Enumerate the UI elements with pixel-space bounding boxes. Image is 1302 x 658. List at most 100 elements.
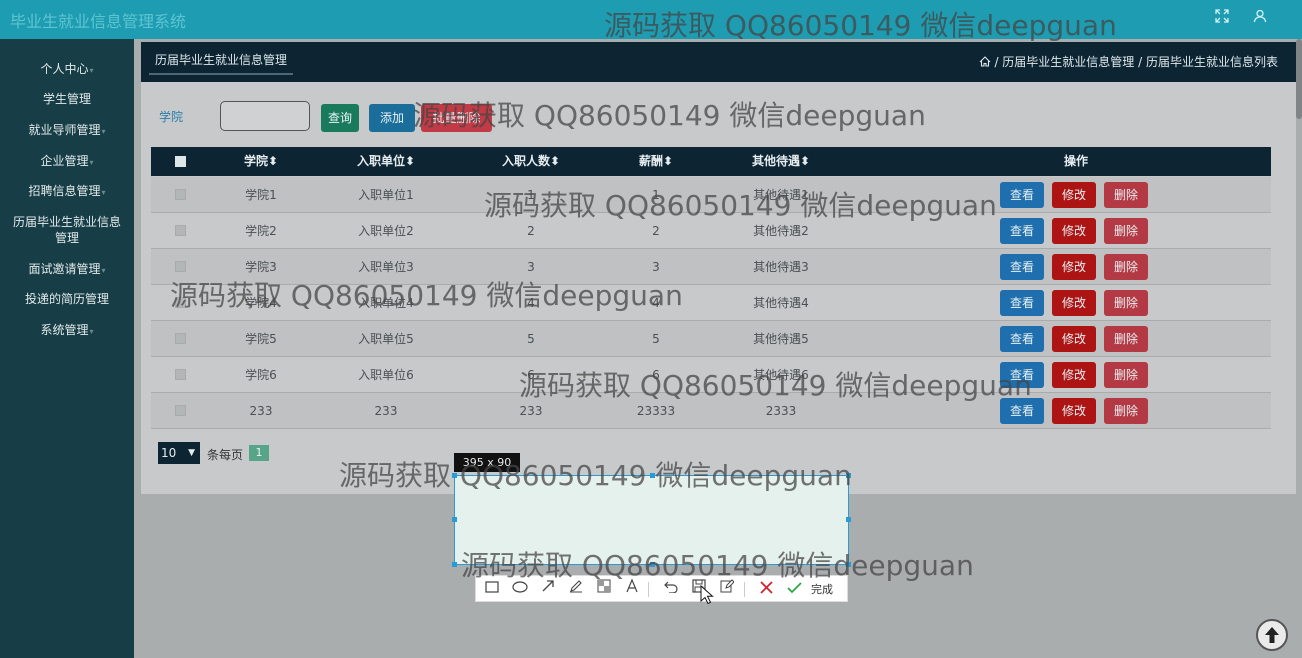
view-button[interactable]: 查看 — [1000, 218, 1044, 244]
sidebar-item-interview-invitations[interactable]: 面试邀请管理▾ — [0, 261, 134, 279]
delete-button[interactable]: 删除 — [1104, 362, 1148, 388]
undo-icon[interactable] — [660, 578, 682, 600]
delete-button[interactable]: 删除 — [1104, 326, 1148, 352]
table-cell: 6 — [527, 368, 535, 382]
view-button[interactable]: 查看 — [1000, 362, 1044, 388]
row-checkbox[interactable] — [175, 225, 186, 236]
column-header-college[interactable]: 学院⬍ — [226, 147, 296, 176]
query-button[interactable]: 查询 — [321, 104, 359, 132]
table-row: 学院2 入职单位2 2 2 其他待遇2 查看 修改 删除 — [151, 213, 1271, 249]
breadcrumb-path[interactable]: / 历届毕业生就业信息管理 / 历届毕业生就业信息列表 — [994, 55, 1278, 69]
column-header-employer[interactable]: 入职单位⬍ — [341, 147, 431, 176]
sidebar-item-mentors[interactable]: 就业导师管理▾ — [0, 122, 134, 140]
sidebar-item-students[interactable]: 学生管理 — [0, 91, 134, 107]
resize-handle[interactable] — [452, 562, 457, 567]
edit-button[interactable]: 修改 — [1052, 398, 1096, 424]
view-button[interactable]: 查看 — [1000, 182, 1044, 208]
home-icon[interactable] — [979, 55, 995, 69]
view-button[interactable]: 查看 — [1000, 290, 1044, 316]
tab-graduate-employment[interactable]: 历届毕业生就业信息管理 — [149, 51, 294, 75]
edit-button[interactable]: 修改 — [1052, 254, 1096, 280]
table-row: 233 233 233 23333 2333 查看 修改 删除 — [151, 393, 1271, 429]
page-number-current[interactable]: 1 — [249, 445, 269, 461]
row-checkbox[interactable] — [175, 333, 186, 344]
edit-button[interactable]: 修改 — [1052, 362, 1096, 388]
chevron-down-icon: ▾ — [89, 327, 94, 336]
table-cell: 学院6 — [245, 368, 277, 382]
fullscreen-icon[interactable] — [1212, 9, 1232, 29]
row-checkbox[interactable] — [175, 405, 186, 416]
resize-handle[interactable] — [846, 562, 851, 567]
view-button[interactable]: 查看 — [1000, 254, 1044, 280]
user-icon[interactable] — [1250, 9, 1270, 29]
row-checkbox[interactable] — [175, 189, 186, 200]
row-checkbox[interactable] — [175, 297, 186, 308]
mosaic-icon[interactable] — [593, 578, 615, 600]
resize-handle[interactable] — [650, 562, 655, 567]
edit-button[interactable]: 修改 — [1052, 182, 1096, 208]
table-cell: 其他待遇3 — [753, 260, 809, 274]
table-cell: 1 — [652, 188, 660, 202]
rectangle-icon[interactable] — [481, 578, 503, 600]
table-cell: 其他待遇5 — [753, 332, 809, 346]
delete-button[interactable]: 删除 — [1104, 254, 1148, 280]
ellipse-icon[interactable] — [509, 578, 531, 600]
table-cell: 学院2 — [245, 224, 277, 238]
sidebar-item-recruitment[interactable]: 招聘信息管理▾ — [0, 183, 134, 201]
capture-toolbar: 完成 — [475, 575, 848, 602]
row-checkbox[interactable] — [175, 369, 186, 380]
column-header-headcount[interactable]: 入职人数⬍ — [486, 147, 576, 176]
row-checkbox[interactable] — [175, 261, 186, 272]
view-button[interactable]: 查看 — [1000, 326, 1044, 352]
scroll-to-top-icon[interactable] — [1256, 619, 1288, 651]
sidebar-item-personal-center[interactable]: 个人中心▾ — [0, 61, 134, 79]
resize-handle[interactable] — [452, 517, 457, 522]
view-button[interactable]: 查看 — [1000, 398, 1044, 424]
edit-button[interactable]: 修改 — [1052, 326, 1096, 352]
arrow-icon[interactable] — [537, 578, 559, 600]
table-row: 学院6 入职单位6 6 6 其他待遇6 查看 修改 删除 — [151, 357, 1271, 393]
scrollbar-thumb[interactable] — [1296, 39, 1302, 119]
done-button[interactable]: 完成 — [811, 576, 833, 603]
delete-button[interactable]: 删除 — [1104, 290, 1148, 316]
college-search-input[interactable] — [220, 101, 310, 131]
sidebar-item-label: 企业管理 — [40, 154, 89, 168]
table-cell: 23333 — [636, 404, 676, 418]
confirm-icon[interactable] — [783, 578, 805, 600]
add-button[interactable]: 添加 — [369, 104, 415, 132]
column-header-benefits[interactable]: 其他待遇⬍ — [736, 147, 826, 176]
pen-icon[interactable] — [565, 578, 587, 600]
sidebar-item-system[interactable]: 系统管理▾ — [0, 322, 134, 340]
table-cell: 学院1 — [245, 188, 277, 202]
sidebar-item-label: 投递的简历管理 — [24, 292, 109, 306]
resize-handle[interactable] — [452, 473, 457, 478]
delete-button[interactable]: 删除 — [1104, 398, 1148, 424]
main-panel: 历届毕业生就业信息管理 / 历届毕业生就业信息管理 / 历届毕业生就业信息列表 … — [141, 42, 1296, 494]
chevron-down-icon: ▾ — [101, 266, 106, 275]
edit-icon[interactable] — [716, 578, 738, 600]
resize-handle[interactable] — [650, 473, 655, 478]
resize-handle[interactable] — [846, 517, 851, 522]
sidebar-item-resumes[interactable]: 投递的简历管理 — [0, 291, 134, 307]
table-cell: 233 — [519, 404, 543, 418]
edit-button[interactable]: 修改 — [1052, 290, 1096, 316]
table-header: 学院⬍ 入职单位⬍ 入职人数⬍ 薪酬⬍ 其他待遇⬍ 操作 — [151, 147, 1271, 176]
sidebar-item-graduate-employment[interactable]: 历届毕业生就业信息管理 — [0, 214, 134, 246]
app-title: 毕业生就业信息管理系统 — [10, 12, 187, 31]
column-header-salary[interactable]: 薪酬⬍ — [621, 147, 691, 176]
delete-button[interactable]: 删除 — [1104, 218, 1148, 244]
resize-handle[interactable] — [846, 473, 851, 478]
batch-delete-button[interactable]: 批量删除 — [421, 104, 492, 132]
cancel-icon[interactable] — [755, 578, 777, 600]
search-label-college: 学院 — [159, 110, 184, 124]
sidebar-item-companies[interactable]: 企业管理▾ — [0, 153, 134, 171]
edit-button[interactable]: 修改 — [1052, 218, 1096, 244]
table-cell: 入职单位3 — [358, 260, 414, 274]
capture-selection-area[interactable] — [452, 473, 851, 567]
select-all-checkbox[interactable] — [175, 156, 186, 167]
page-size-select[interactable]: 10 ▼ — [158, 442, 200, 464]
text-icon[interactable] — [621, 578, 643, 600]
delete-button[interactable]: 删除 — [1104, 182, 1148, 208]
per-page-label: 条每页 — [207, 448, 244, 462]
capture-size-label: 395 x 90 — [454, 453, 520, 472]
